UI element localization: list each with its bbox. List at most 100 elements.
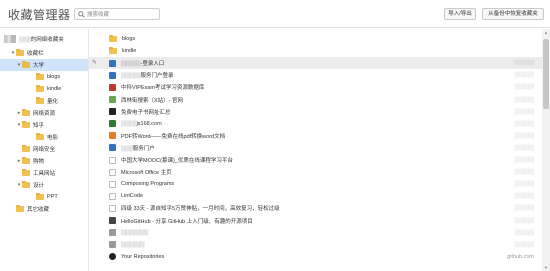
list-item[interactable]: Composing Programs ░░░░░: [89, 178, 542, 190]
page-icon: [109, 217, 116, 224]
sidebar-item-12[interactable]: PPT: [0, 191, 88, 203]
page-icon: [109, 96, 116, 103]
sidebar-item-9[interactable]: ▸ 购物: [0, 155, 88, 167]
search-input[interactable]: [87, 10, 157, 19]
sidebar-item-label: 购物: [33, 159, 45, 165]
scrollbar-thumb[interactable]: [543, 39, 549, 109]
sidebar-item-6[interactable]: ▾ 知乎: [0, 119, 88, 131]
page-icon: [109, 120, 116, 128]
bookmark-title: 免费电子书网址汇总: [121, 109, 171, 116]
list-item[interactable]: kindle: [89, 45, 542, 57]
sidebar-item-0[interactable]: ▾ 收藏栏: [0, 47, 88, 59]
bookmark-url: ░░░░░: [514, 96, 534, 103]
sidebar-item-label: 设计: [33, 183, 45, 189]
list-item[interactable]: Microsoft Office 主页 ░░░░░: [89, 166, 542, 178]
page-icon: [109, 168, 116, 176]
folder-icon: [36, 73, 44, 80]
folder-icon: [36, 133, 44, 140]
scrollbar[interactable]: ▲ ▼: [542, 29, 550, 271]
sidebar-item-label: 网络资源: [33, 111, 56, 117]
bookmark-title: ░░░░░-登录入口: [121, 61, 165, 68]
list-item[interactable]: ░░░服务门户 ░░░░░: [89, 142, 542, 154]
page-icon: [109, 83, 116, 91]
tree-root[interactable]: ░░░的网络收藏夹: [0, 33, 88, 45]
list-item[interactable]: blogs: [89, 33, 542, 45]
bookmark-url: ░░░░░: [514, 157, 534, 163]
bookmark-url: ░░░░░: [514, 181, 534, 188]
bookmark-url: ░░░░░: [514, 60, 534, 67]
list-item[interactable]: ░░░░js168.com ░░░░░: [89, 118, 542, 130]
folder-icon: [16, 205, 24, 212]
folder-tree: ░░░的网络收藏夹 ▾ 收藏栏 ▾ 大学 blogs kindle 量化 ▸ 网络资源 ▾ 知乎 电影…: [0, 29, 88, 271]
bookmark-title: PDF转Word——免费在线pdf转换word文档: [121, 133, 226, 140]
bookmark-title: 西林街搜索（X站）- 官网: [121, 97, 184, 104]
page-icon: [109, 156, 116, 164]
search-box[interactable]: [74, 8, 160, 20]
folder-icon: [22, 61, 30, 68]
bookmark-url: ░░░░░: [514, 132, 534, 139]
folder-icon: [22, 121, 30, 128]
sidebar-item-label: 大学: [33, 63, 45, 69]
list-item[interactable]: 中国大学MOOC(慕课)_优质在线课程学习平台 ░░░░░: [89, 154, 542, 166]
list-item[interactable]: PDF转Word——免费在线pdf转换word文档 ░░░░░: [89, 130, 542, 142]
list-item[interactable]: 四级 33天 - 源自知乎5万赞神贴，一月时间，高效复习，轻松过级 ░░░░░: [89, 202, 542, 214]
bookmark-title: 中科VIPExam考试学习资源数据库: [121, 85, 205, 92]
header: 收藏管理器 导入/导出 从备份中恢复收藏夹: [0, 0, 550, 28]
search-icon: [78, 11, 85, 18]
list-item[interactable]: Your Repositories github.com: [89, 251, 542, 263]
bookmark-title: ░░░░js168.com: [121, 120, 162, 127]
bookmark-url: ░░░░░: [514, 120, 534, 127]
folder-icon: [36, 193, 44, 200]
list-item[interactable]: ✎ ░░░░░-登录入口 ░░░░░: [89, 57, 542, 70]
page-icon: [109, 59, 116, 67]
folder-icon: [22, 109, 30, 116]
bookmark-url: ░░░░░: [514, 169, 534, 176]
list-item[interactable]: LintCode ░░░░░: [89, 190, 542, 202]
scroll-down-arrow[interactable]: ▼: [542, 265, 550, 270]
scroll-up-arrow[interactable]: ▲: [542, 30, 550, 35]
bookmark-list: blogs kindle ✎ ░░░░░-登录入口 ░░░░░ ░░░░░服务门户登录 ░░…: [89, 29, 542, 271]
sidebar-item-7[interactable]: 电影: [0, 131, 88, 143]
sidebar-item-3[interactable]: kindle: [0, 83, 88, 95]
list-item[interactable]: 免费电子书网址汇总 ░░░░░: [89, 106, 542, 118]
restore-backup-button[interactable]: 从备份中恢复收藏夹: [482, 8, 544, 20]
folder-icon: [109, 35, 117, 42]
page-icon: [109, 204, 116, 212]
page-icon: [109, 71, 116, 79]
sidebar-item-label: 量化: [47, 99, 59, 105]
sidebar-item-8[interactable]: 网络安全: [0, 143, 88, 155]
sidebar-item-2[interactable]: blogs: [0, 71, 88, 83]
bookmark-url: ░░░░░: [514, 229, 534, 236]
folder-icon: [22, 157, 30, 164]
sidebar-item-4[interactable]: 量化: [0, 95, 88, 107]
sidebar-item-label: 网络安全: [33, 147, 56, 153]
page-icon: [109, 108, 116, 116]
bookmark-title: Microsoft Office 主页: [121, 170, 172, 177]
list-item[interactable]: ░░░░░服务门户登录 ░░░░░: [89, 69, 542, 81]
sidebar-item-label: blogs: [47, 74, 61, 80]
edit-icon[interactable]: ✎: [92, 59, 97, 66]
import-export-button[interactable]: 导入/导出: [444, 8, 476, 20]
bookmark-title: ░░░░░服务门户登录: [121, 73, 174, 80]
list-item[interactable]: 中科VIPExam考试学习资源数据库 ░░░░░: [89, 81, 542, 93]
bookmark-url: ░░░░░: [514, 72, 534, 79]
sidebar-item-label: 知乎: [33, 123, 45, 129]
folder-icon: [109, 47, 117, 55]
list-item[interactable]: 西林街搜索（X站）- 官网 ░░░░░: [89, 94, 542, 106]
sidebar-item-13[interactable]: 其它收藏: [0, 203, 88, 215]
page-icon: [109, 180, 116, 188]
sidebar-item-5[interactable]: ▸ 网络资源: [0, 107, 88, 119]
sidebar-item-10[interactable]: 工具网站: [0, 167, 88, 179]
sidebar-item-1[interactable]: ▾ 大学: [0, 59, 88, 71]
bookmark-url: github.com: [507, 253, 534, 260]
list-item[interactable]: HelloGitHub - 分享 GitHub 上入门级、有趣的开源项目 ░░░░…: [89, 215, 542, 227]
sidebar-item-label: 其它收藏: [27, 207, 50, 213]
sidebar-item-label: 收藏栏: [27, 51, 44, 57]
sidebar-item-11[interactable]: ▾ 设计: [0, 179, 88, 191]
page-icon: [109, 241, 116, 249]
list-item[interactable]: ░░░░░░ ░░░░░: [89, 239, 542, 251]
page-icon: [109, 132, 116, 140]
folder-icon: [16, 49, 24, 56]
list-item[interactable]: ░░░░░░░ ░░░░░: [89, 227, 542, 239]
page-icon: [109, 192, 116, 200]
